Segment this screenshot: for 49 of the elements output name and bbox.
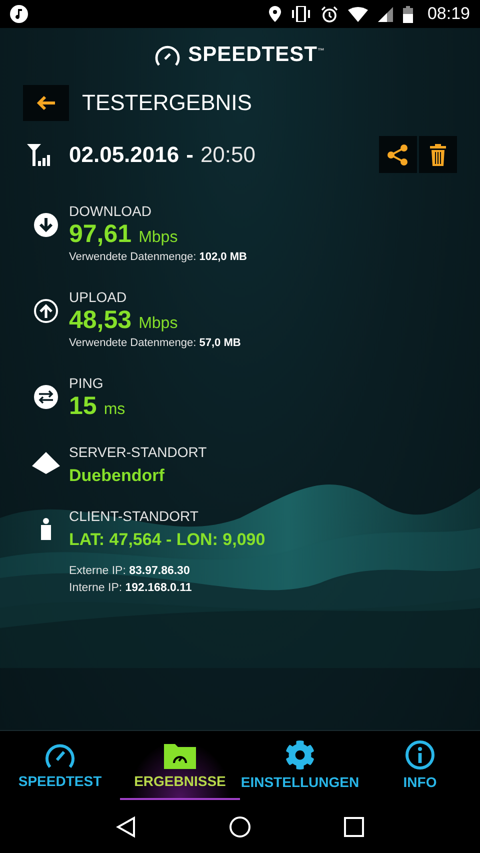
- nav-tab[interactable]: INFO: [360, 731, 480, 800]
- settings-icon: [285, 740, 315, 770]
- vibrate-icon: [291, 6, 312, 22]
- back-arrow-icon: [36, 95, 56, 111]
- metric-label: DOWNLOAD: [69, 203, 152, 220]
- nav-tab[interactable]: SPEEDTEST: [0, 731, 120, 800]
- metric-unit: Mbps: [138, 229, 178, 247]
- clock-time: 08:19: [427, 4, 470, 24]
- date-separator: -: [186, 142, 194, 168]
- test-time: 20:50: [200, 142, 256, 168]
- client-label: CLIENT-STANDORT: [69, 508, 200, 525]
- data-usage-text: Verwendete Datenmenge: 57,0 MB: [69, 337, 241, 349]
- delete-button[interactable]: [419, 136, 457, 173]
- back-button[interactable]: [23, 85, 69, 121]
- server-location: Duebendorf: [69, 466, 166, 486]
- metric-unit: ms: [104, 401, 126, 419]
- server-label: SERVER-STANDORT: [69, 444, 207, 461]
- ip-address-text: Interne IP: 192.168.0.11: [69, 581, 193, 596]
- info-icon: [405, 740, 435, 770]
- client-coordinates: LAT: 47,564 - LON: 9,090: [69, 530, 266, 550]
- share-icon: [387, 144, 409, 166]
- person-icon: [41, 518, 51, 540]
- metric-value: 97,61: [69, 220, 132, 248]
- trash-icon: [430, 144, 446, 166]
- back-icon[interactable]: [116, 816, 136, 838]
- alarm-clock-icon: [321, 6, 338, 22]
- battery-icon: [403, 6, 414, 22]
- music-note-icon: [10, 5, 28, 23]
- share-button[interactable]: [379, 136, 417, 173]
- location-pin-icon: [269, 6, 282, 22]
- page-title: TESTERGEBNIS: [82, 90, 252, 116]
- test-date: 02.05.2016: [69, 142, 180, 168]
- speedometer-logo-icon: [155, 44, 180, 66]
- nav-tab[interactable]: EINSTELLUNGEN: [240, 731, 360, 800]
- ip-address-text: Externe IP: 83.97.86.30: [69, 564, 191, 579]
- metric-unit: Mbps: [138, 315, 178, 333]
- metric-label: UPLOAD: [69, 289, 128, 306]
- metric-value: 48,53: [69, 306, 132, 334]
- recent-apps-icon[interactable]: [344, 816, 364, 836]
- swap-arrows-icon: [34, 385, 58, 409]
- metric-label: PING: [69, 375, 104, 392]
- metric-value: 15: [69, 392, 97, 420]
- cell-tower-signal-icon: [27, 144, 53, 166]
- wifi-icon: [348, 6, 368, 22]
- pyramid-icon: [32, 452, 60, 474]
- home-icon[interactable]: [228, 816, 251, 838]
- app-logo-text: SPEEDTEST$^{™}$: [188, 43, 325, 67]
- data-usage-text: Verwendete Datenmenge: 102,0 MB: [69, 251, 247, 263]
- signal-icon: [378, 6, 394, 22]
